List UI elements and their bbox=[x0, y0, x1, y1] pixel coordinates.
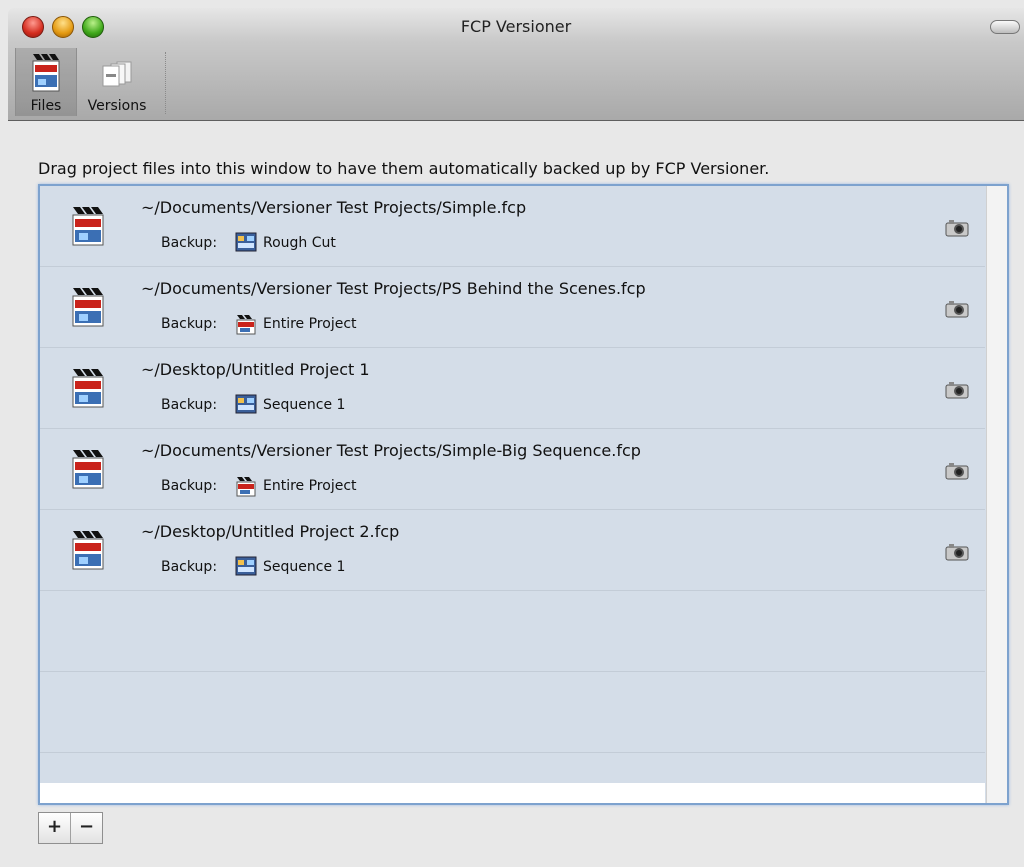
fcp-file-icon bbox=[70, 286, 106, 332]
sequence-icon bbox=[235, 394, 257, 418]
snapshot-camera-icon[interactable] bbox=[945, 543, 969, 565]
project-row[interactable]: ~/Documents/Versioner Test Projects/Simp… bbox=[40, 186, 985, 267]
sequence-icon bbox=[235, 556, 257, 580]
remove-project-button[interactable]: − bbox=[70, 813, 102, 843]
toolbar-files-label: Files bbox=[30, 98, 62, 114]
backup-label: Backup: bbox=[161, 559, 218, 575]
fcp-file-icon bbox=[70, 205, 106, 251]
app-window: FCP Versioner Files Versions Drag projec… bbox=[8, 8, 1024, 867]
backup-value[interactable]: Sequence 1 bbox=[263, 397, 345, 413]
main-content: Drag project files into this window to h… bbox=[8, 121, 1024, 867]
toolbar-files-tab[interactable]: Files bbox=[15, 48, 77, 116]
project-row[interactable]: ~/Documents/Versioner Test Projects/Simp… bbox=[40, 429, 985, 510]
project-path: ~/Documents/Versioner Test Projects/Simp… bbox=[141, 441, 641, 460]
project-path: ~/Desktop/Untitled Project 1 bbox=[141, 360, 370, 379]
vertical-scrollbar[interactable] bbox=[986, 186, 1007, 803]
window-title: FCP Versioner bbox=[460, 17, 572, 36]
sequence-icon bbox=[235, 232, 257, 256]
project-path: ~/Documents/Versioner Test Projects/Simp… bbox=[141, 198, 527, 217]
backup-label: Backup: bbox=[161, 478, 218, 494]
backup-value[interactable]: Rough Cut bbox=[263, 235, 336, 251]
snapshot-camera-icon[interactable] bbox=[945, 219, 969, 241]
project-icon bbox=[235, 475, 257, 501]
toolbar-toggle-button[interactable] bbox=[990, 20, 1020, 34]
backup-label: Backup: bbox=[161, 397, 218, 413]
project-row[interactable]: ~/Desktop/Untitled Project 2.fcp Backup: S… bbox=[40, 510, 985, 591]
instructions-text: Drag project files into this window to h… bbox=[38, 159, 770, 178]
snapshot-camera-icon[interactable] bbox=[945, 381, 969, 403]
project-path: ~/Documents/Versioner Test Projects/PS B… bbox=[141, 279, 646, 298]
empty-row bbox=[40, 591, 985, 672]
fcp-file-icon bbox=[32, 54, 60, 92]
versions-icon bbox=[102, 61, 132, 87]
fcp-file-icon bbox=[70, 448, 106, 494]
snapshot-camera-icon[interactable] bbox=[945, 462, 969, 484]
horizontal-scrollbar[interactable] bbox=[40, 783, 985, 803]
title-toolbar: FCP Versioner Files Versions bbox=[8, 8, 1024, 121]
toolbar-versions-tab[interactable]: Versions bbox=[76, 48, 158, 116]
backup-value[interactable]: Sequence 1 bbox=[263, 559, 345, 575]
fcp-file-icon bbox=[70, 367, 106, 413]
project-row[interactable]: ~/Documents/Versioner Test Projects/PS B… bbox=[40, 267, 985, 348]
project-row[interactable]: ~/Desktop/Untitled Project 1 Backup: Seque… bbox=[40, 348, 985, 429]
backup-value[interactable]: Entire Project bbox=[263, 316, 357, 332]
snapshot-camera-icon[interactable] bbox=[945, 300, 969, 322]
toolbar-versions-label: Versions bbox=[87, 98, 147, 114]
toolbar-separator bbox=[165, 52, 166, 114]
backup-label: Backup: bbox=[161, 316, 218, 332]
backup-value[interactable]: Entire Project bbox=[263, 478, 357, 494]
project-list[interactable]: ~/Documents/Versioner Test Projects/Simp… bbox=[38, 184, 1009, 805]
project-icon bbox=[235, 313, 257, 339]
backup-label: Backup: bbox=[161, 235, 218, 251]
add-project-button[interactable]: + bbox=[39, 813, 70, 843]
project-path: ~/Desktop/Untitled Project 2.fcp bbox=[141, 522, 400, 541]
list-buttons: + − bbox=[38, 812, 103, 844]
empty-row bbox=[40, 672, 985, 753]
fcp-file-icon bbox=[70, 529, 106, 575]
